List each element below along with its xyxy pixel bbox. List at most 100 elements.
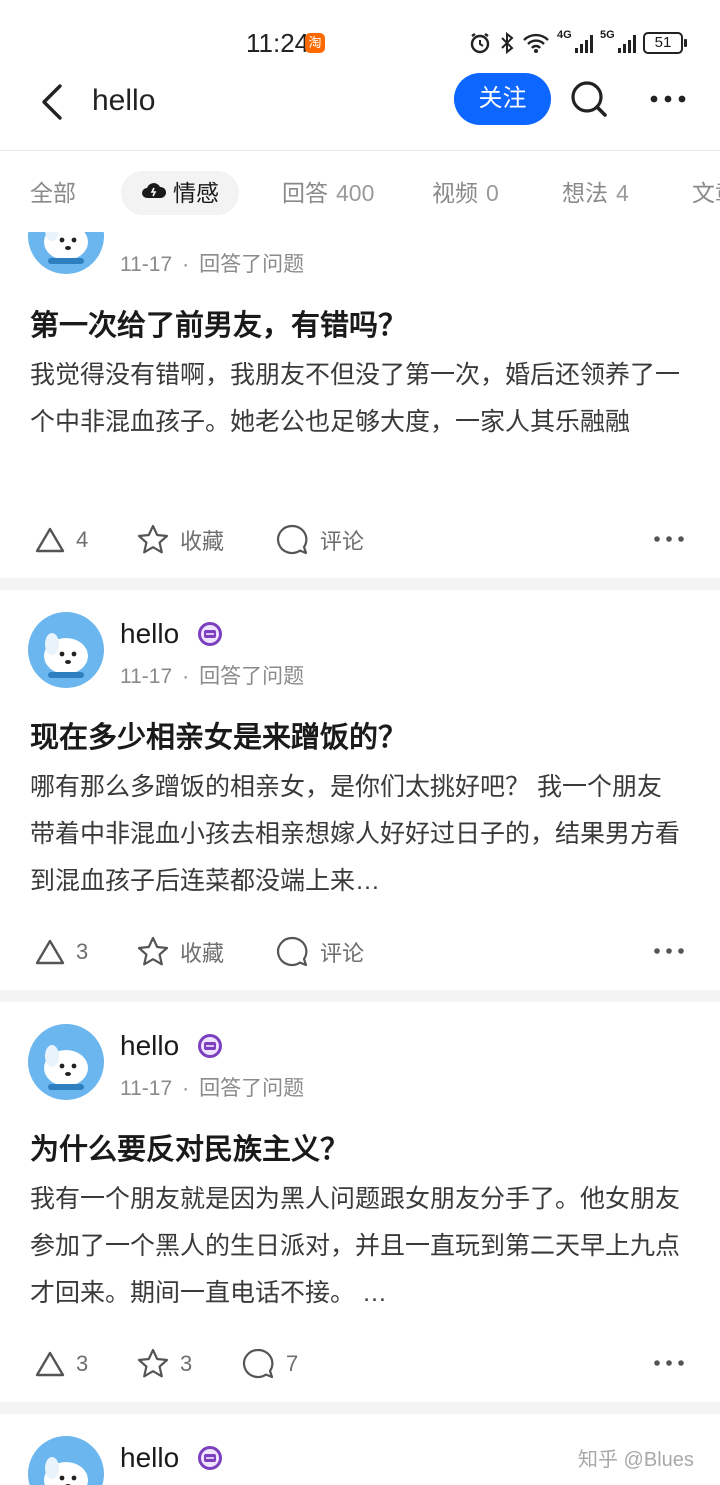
battery-level: 51 bbox=[643, 32, 683, 54]
collect-count: 3 bbox=[180, 1351, 193, 1376]
tab-count: 4 bbox=[616, 180, 629, 206]
author-name[interactable]: hello bbox=[120, 1442, 179, 1474]
card-divider bbox=[0, 578, 720, 590]
feed-card[interactable]: hello 11-17 · 回答了问题 为什么要反对民族主义？ 我有一个朋友就是因为… bbox=[0, 1002, 720, 1402]
upvote-button[interactable]: 4 bbox=[34, 520, 88, 560]
answer-excerpt[interactable]: 我有一个朋友就是因为黑人问题跟女朋友分手了。他女朋友参加了一个黑人的生日派对，并… bbox=[30, 1176, 680, 1317]
taobao-notification-icon: 淘 bbox=[305, 33, 325, 53]
upvote-count: 3 bbox=[76, 939, 89, 964]
alarm-icon bbox=[470, 33, 490, 54]
tab-label: 情感 bbox=[173, 180, 219, 206]
card-divider bbox=[0, 1402, 720, 1414]
status-icons: 4G 5G 51 bbox=[468, 28, 687, 58]
signal-5g-icon: 5G bbox=[600, 29, 636, 53]
verified-badge-icon bbox=[198, 1446, 222, 1470]
upvote-button[interactable]: 3 bbox=[34, 932, 88, 972]
tab-label: 视频 bbox=[432, 180, 478, 206]
post-action: 回答了问题 bbox=[199, 665, 305, 688]
collect-button[interactable]: 3 bbox=[136, 1344, 192, 1384]
tab-videos[interactable]: 视频 0 bbox=[432, 171, 499, 215]
tab-answers[interactable]: 回答 400 bbox=[282, 171, 374, 215]
post-date: 11-17 bbox=[120, 253, 173, 276]
tab-thoughts[interactable]: 想法 4 bbox=[562, 171, 629, 215]
action-bar: 3 3 7 bbox=[0, 1344, 720, 1384]
search-button[interactable] bbox=[566, 76, 612, 122]
post-action: 回答了问题 bbox=[199, 1077, 305, 1100]
answer-feed: 11-17 · 回答了问题 第一次给了前男友，有错吗？ 我觉得没有错啊，我朋友不但没… bbox=[0, 232, 720, 1485]
tab-count: 0 bbox=[486, 180, 499, 206]
dog-avatar-icon bbox=[44, 232, 88, 264]
wifi-icon bbox=[523, 33, 549, 53]
tab-articles[interactable]: 文章 bbox=[692, 171, 720, 215]
tab-label: 全部 bbox=[30, 180, 76, 206]
comment-bubble-icon bbox=[242, 1348, 274, 1379]
star-icon bbox=[137, 936, 169, 966]
comment-bubble-icon bbox=[276, 936, 308, 967]
dog-avatar-icon bbox=[44, 1457, 88, 1485]
back-button[interactable] bbox=[32, 80, 72, 124]
post-meta: 11-17 · 回答了问题 bbox=[120, 253, 305, 276]
status-time: 11:24 bbox=[246, 28, 310, 58]
more-horizontal-icon bbox=[654, 536, 684, 542]
watermark: 知乎 @Blues bbox=[578, 1449, 694, 1471]
dog-avatar-icon bbox=[44, 633, 88, 678]
collect-label: 收藏 bbox=[180, 529, 225, 554]
dog-avatar-icon bbox=[44, 1045, 88, 1090]
comment-button[interactable]: 评论 bbox=[274, 520, 364, 560]
action-bar: 3 收藏 评论 bbox=[0, 932, 720, 972]
upvote-triangle-icon bbox=[35, 939, 65, 965]
avatar[interactable] bbox=[28, 612, 104, 688]
more-horizontal-icon bbox=[650, 95, 686, 103]
collect-button[interactable]: 收藏 bbox=[136, 932, 224, 972]
question-title[interactable]: 第一次给了前男友，有错吗？ bbox=[30, 302, 407, 344]
tab-count: 400 bbox=[336, 180, 375, 206]
answer-excerpt[interactable]: 我觉得没有错啊，我朋友不但没了第一次，婚后还领养了一个中非混血孩子。她老公也足够… bbox=[30, 352, 680, 446]
verified-badge-icon bbox=[198, 622, 222, 646]
upvote-count: 4 bbox=[76, 527, 89, 552]
question-title[interactable]: 为什么要反对民族主义？ bbox=[30, 1126, 349, 1168]
emotion-cloud-icon bbox=[141, 171, 167, 215]
battery-icon: 51 bbox=[643, 32, 687, 54]
comment-label: 评论 bbox=[320, 941, 365, 966]
card-more-button[interactable] bbox=[652, 524, 686, 554]
net-4g-label: 4G bbox=[557, 29, 572, 41]
signal-4g-icon: 4G bbox=[557, 29, 593, 53]
author-name[interactable]: hello bbox=[120, 1030, 179, 1062]
tab-emotion[interactable]: 情感 bbox=[121, 171, 239, 215]
comment-label: 评论 bbox=[320, 529, 365, 554]
profile-tabs: 全部 情感 回答 400 视频 0 想法 4 文章 bbox=[0, 151, 720, 231]
search-icon bbox=[571, 81, 607, 117]
author-name[interactable]: hello bbox=[120, 618, 179, 650]
upvote-triangle-icon bbox=[35, 527, 65, 553]
follow-button[interactable]: 关注 bbox=[454, 73, 551, 125]
feed-card[interactable]: 11-17 · 回答了问题 第一次给了前男友，有错吗？ 我觉得没有错啊，我朋友不但没… bbox=[0, 232, 720, 578]
answer-excerpt[interactable]: 哪有那么多蹭饭的相亲女，是你们太挑好吧？ 我一个朋友带着中非混血小孩去相亲想嫁人… bbox=[30, 764, 680, 905]
post-meta: 11-17 · 回答了问题 bbox=[120, 1077, 305, 1100]
net-5g-label: 5G bbox=[600, 29, 615, 41]
tab-all[interactable]: 全部 bbox=[30, 171, 76, 215]
comment-button[interactable]: 7 bbox=[240, 1344, 298, 1384]
more-horizontal-icon bbox=[654, 1360, 684, 1366]
feed-card[interactable]: hello 11-17 · 回答了问题 现在多少相亲女是来蹭饭的？ 哪有那么多蹭饭的… bbox=[0, 590, 720, 990]
top-app-bar: hello 关注 bbox=[0, 72, 720, 151]
more-horizontal-icon bbox=[654, 948, 684, 954]
action-bar: 4 收藏 评论 bbox=[0, 520, 720, 560]
post-date: 11-17 bbox=[120, 1077, 173, 1100]
comment-bubble-icon bbox=[276, 524, 308, 555]
comment-button[interactable]: 评论 bbox=[274, 932, 364, 972]
tab-label: 回答 bbox=[282, 180, 328, 206]
collect-button[interactable]: 收藏 bbox=[136, 520, 224, 560]
star-icon bbox=[137, 1348, 169, 1378]
post-meta: 11-17 · 回答了问题 bbox=[120, 665, 305, 688]
upvote-triangle-icon bbox=[35, 1351, 65, 1377]
upvote-button[interactable]: 3 bbox=[34, 1344, 88, 1384]
avatar[interactable] bbox=[28, 1436, 104, 1485]
card-more-button[interactable] bbox=[652, 936, 686, 966]
verified-badge-icon bbox=[198, 1034, 222, 1058]
question-title[interactable]: 现在多少相亲女是来蹭饭的？ bbox=[30, 714, 407, 756]
avatar[interactable] bbox=[28, 1024, 104, 1100]
more-options-button[interactable] bbox=[646, 82, 690, 116]
avatar[interactable] bbox=[28, 232, 104, 274]
card-more-button[interactable] bbox=[652, 1348, 686, 1378]
star-icon bbox=[137, 524, 169, 554]
